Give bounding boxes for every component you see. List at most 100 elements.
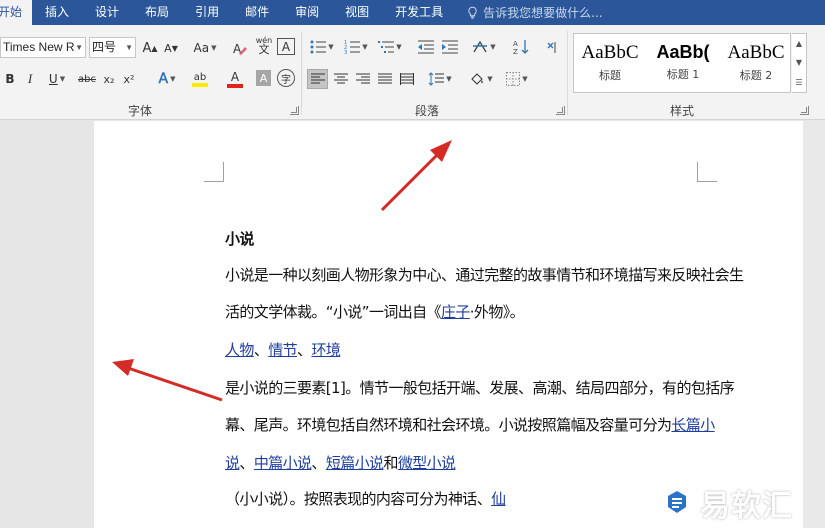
increase-indent-button[interactable] [440, 37, 460, 57]
paint-bucket-icon [471, 73, 484, 85]
tab-design[interactable]: 设计 [82, 0, 132, 25]
subscript-button[interactable]: x₂ [101, 69, 117, 89]
line-spacing-button[interactable]: ▼ [425, 69, 455, 89]
tab-review[interactable]: 审阅 [282, 0, 332, 25]
eraser-icon: A [233, 42, 247, 56]
shading-button[interactable]: ▼ [466, 69, 496, 89]
margin-corner-mark [204, 162, 224, 182]
font-color-swatch [227, 83, 243, 88]
tell-me-text: 告诉我您想要做什么... [483, 6, 603, 20]
tab-mailings[interactable]: 邮件 [232, 0, 282, 25]
italic-button[interactable]: I [22, 69, 38, 89]
align-left-icon [310, 73, 325, 84]
vertical-scrollbar[interactable] [803, 121, 825, 528]
underline-button[interactable]: U ▼ [44, 69, 70, 89]
watermark: 易软汇 [660, 478, 825, 528]
group-separator [301, 31, 302, 115]
character-border-button[interactable]: A [277, 38, 295, 55]
tab-view[interactable]: 视图 [332, 0, 382, 25]
styles-dialog-launcher[interactable] [800, 106, 809, 115]
borders-icon [506, 72, 521, 86]
style-heading-1[interactable]: AaBb( 标题 1 [647, 34, 719, 92]
bullet-list-icon [310, 40, 327, 54]
grow-font-button[interactable]: A ▲ [140, 38, 160, 58]
align-right-button[interactable] [353, 69, 373, 89]
font-color-button[interactable]: A [220, 69, 250, 89]
chevron-down-icon: ▼ [170, 75, 176, 83]
link-novel[interactable]: 长篇小 [671, 416, 715, 434]
tab-insert[interactable]: 插入 [32, 0, 82, 25]
chevron-up-icon[interactable]: ▲ [796, 39, 802, 48]
link-flash-fiction[interactable]: 微型小说 [398, 454, 456, 472]
svg-text:A: A [513, 40, 518, 48]
shrink-font-button[interactable]: A ▼ [162, 38, 180, 58]
align-right-icon [356, 73, 370, 84]
watermark-text: 易软汇 [700, 489, 793, 524]
distributed-button[interactable] [397, 69, 417, 89]
chevron-down-icon: ▼ [522, 75, 528, 83]
strikethrough-button[interactable]: abc [76, 69, 98, 89]
clear-format-button[interactable]: A [230, 38, 250, 58]
expand-gallery-icon[interactable]: ☰ [795, 78, 802, 87]
font-size-combo[interactable]: 四号 ▼ [89, 37, 136, 58]
sort-button[interactable]: AZ [510, 37, 532, 57]
link-characters[interactable]: 人物 [225, 341, 254, 359]
style-heading-2[interactable]: AaBbC 标题 2 [720, 34, 792, 92]
outdent-icon [418, 40, 434, 54]
paragraph-dialog-launcher[interactable] [556, 106, 565, 115]
bold-button[interactable]: B [2, 69, 18, 89]
chevron-down-icon[interactable]: ▼ [796, 58, 802, 67]
link-novella[interactable]: 中篇小说 [254, 454, 312, 472]
doc-line: 是小说的三要素[1]。情节一般包括开端、发展、高潮、结局四部分，有的包括序 [225, 379, 735, 397]
chevron-down-icon: ▼ [396, 43, 402, 51]
tell-me-box[interactable]: 告诉我您想要做什么... [466, 4, 603, 21]
chevron-down-icon: ▼ [446, 75, 452, 83]
chevron-down-icon: ▼ [59, 75, 66, 83]
styles-gallery-scroll[interactable]: ▲ ▼ ☰ [792, 33, 807, 93]
ribbon-tab-bar: 开始 插入 设计 布局 引用 邮件 审阅 视图 开发工具 告诉我您想要做什么..… [0, 0, 825, 25]
justify-button[interactable] [375, 69, 395, 89]
decrease-indent-button[interactable] [416, 37, 436, 57]
pilcrow-icon [547, 42, 556, 53]
link-zhuangzi[interactable]: 庄子 [441, 303, 470, 321]
phonetic-guide-button[interactable]: wén 文 [254, 35, 274, 55]
align-left-button[interactable] [307, 69, 328, 89]
superscript-button[interactable]: x² [121, 69, 137, 89]
link-novel[interactable]: 说 [225, 454, 240, 472]
svg-text:3: 3 [344, 50, 347, 54]
enclose-characters-button[interactable]: 字 [277, 69, 295, 87]
multilevel-list-icon [378, 41, 395, 53]
character-shading-button[interactable]: A [256, 70, 271, 86]
chevron-down-icon: ▼ [125, 43, 133, 52]
font-dialog-launcher[interactable] [290, 106, 299, 115]
font-name-value: Times New R [3, 40, 75, 54]
link-setting[interactable]: 环境 [311, 341, 340, 359]
sort-icon: AZ [513, 40, 529, 55]
chevron-down-icon: ▼ [362, 43, 368, 51]
lightbulb-icon [468, 6, 477, 19]
bullets-button[interactable]: ▼ [308, 37, 336, 57]
multilevel-list-button[interactable]: ▼ [376, 37, 404, 57]
link-plot[interactable]: 情节 [268, 341, 297, 359]
link-immortal[interactable]: 仙 [491, 490, 506, 508]
tab-home[interactable]: 开始 [0, 0, 33, 25]
tab-developer[interactable]: 开发工具 [382, 0, 456, 25]
tab-references[interactable]: 引用 [182, 0, 232, 25]
link-short-story[interactable]: 短篇小说 [326, 454, 384, 472]
text-effects-button[interactable]: A ▼ [153, 69, 181, 89]
chevron-down-icon: ▼ [490, 43, 496, 51]
chevron-down-icon: ▼ [328, 43, 334, 51]
numbering-button[interactable]: 123 ▼ [342, 37, 370, 57]
justify-icon [378, 73, 392, 84]
align-center-button[interactable] [331, 69, 351, 89]
style-normal[interactable]: AaBbC 标题 [574, 34, 646, 92]
doc-line: 小说是一种以刻画人物形象为中心、通过完整的故事情节和环境描写来反映社会生 [225, 266, 744, 284]
tab-layout[interactable]: 布局 [132, 0, 182, 25]
chevron-down-icon: ▼ [211, 44, 217, 52]
change-case-button[interactable]: Aa ▼ [190, 38, 220, 58]
highlight-color-button[interactable]: ab [185, 69, 215, 89]
show-formatting-marks-button[interactable] [542, 37, 562, 57]
asian-layout-button[interactable]: ▼ [470, 37, 498, 57]
font-name-combo[interactable]: Times New R ▼ [0, 37, 86, 58]
borders-button[interactable]: ▼ [502, 69, 532, 89]
